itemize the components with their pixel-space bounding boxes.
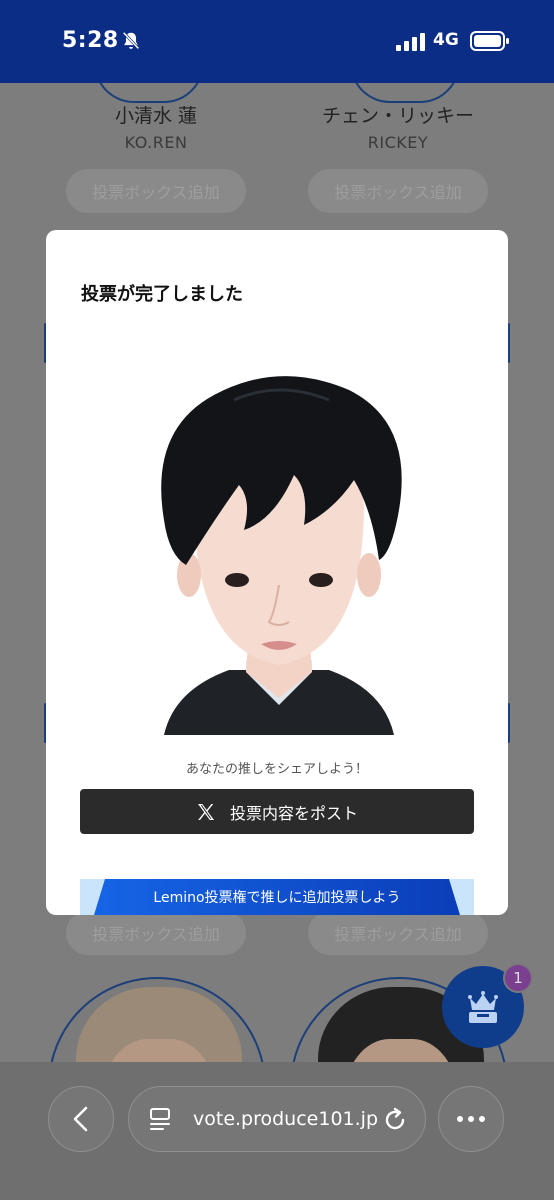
battery-icon [470,31,509,51]
bell-slash-icon [122,31,140,50]
modal-title: 投票が完了しました [81,284,243,305]
add-vote-box-button[interactable]: 投票ボックス追加 [66,911,246,955]
more-button[interactable] [438,1086,504,1152]
member-romaji: RICKEY [367,133,429,152]
add-vote-box-button[interactable]: 投票ボックス追加 [308,169,488,213]
back-button[interactable] [48,1086,114,1152]
member-photo-frame [350,83,460,103]
share-prompt: あなたの推しをシェアしよう！ [185,762,368,777]
member-romaji: KO.REN [124,133,188,152]
crown-ballot-icon [468,991,498,1023]
address-bar[interactable]: vote.produce101.jp [128,1086,426,1152]
url-text: vote.produce101.jp [193,1108,379,1130]
ranking-count-badge: 1 [503,963,533,993]
vote-complete-modal: 投票が完了しました あなたの推しをシェアしよう！ 投票内容をポスト Lemino… [46,230,508,915]
network-label: 4G [433,30,459,50]
add-vote-box-button[interactable]: 投票ボックス追加 [308,911,488,955]
add-vote-box-button[interactable]: 投票ボックス追加 [66,169,246,213]
lemino-vote-banner[interactable]: Lemino投票権で推しに追加投票しよう [94,879,460,915]
member-photo-frame [94,83,204,103]
x-logo-icon [197,803,214,820]
post-button-label: 投票内容をポスト [229,803,358,823]
member-name: チェン・リッキー [321,105,474,127]
signal-icon [396,33,425,51]
member-photo[interactable] [48,977,266,1063]
status-bar: 5:28 4G [0,0,554,83]
reload-icon[interactable] [381,1106,409,1134]
tabs-icon [150,1108,170,1130]
post-to-x-button[interactable]: 投票内容をポスト [80,789,474,834]
browser-toolbar: vote.produce101.jp [0,1062,554,1200]
member-name: 小清水 蓮 [114,105,198,127]
back-icon [73,1106,88,1132]
more-icon [457,1116,485,1122]
member-portrait [161,376,402,735]
lemino-banner-area: Lemino投票権で推しに追加投票しよう [80,879,474,915]
status-time: 5:28 [62,28,119,53]
